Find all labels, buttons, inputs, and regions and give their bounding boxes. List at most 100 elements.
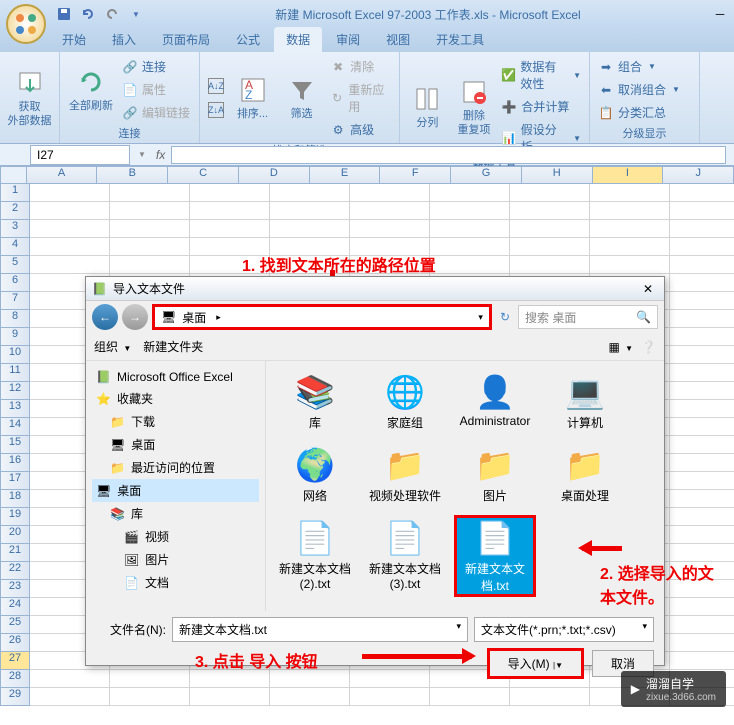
cell-F4[interactable] — [430, 238, 510, 256]
cell-C1[interactable] — [190, 184, 270, 202]
cell-D29[interactable] — [270, 688, 350, 706]
cell-I15[interactable] — [670, 436, 734, 454]
row-header-5[interactable]: 5 — [0, 256, 30, 274]
file-item-6[interactable]: 📁图片 — [454, 442, 536, 507]
cell-E1[interactable] — [350, 184, 430, 202]
cell-I17[interactable] — [670, 472, 734, 490]
sidebar-item-7[interactable]: 🎬视频 — [92, 525, 259, 548]
redo-icon[interactable] — [102, 4, 122, 24]
cell-I14[interactable] — [670, 418, 734, 436]
cell-I11[interactable] — [670, 364, 734, 382]
row-header-29[interactable]: 29 — [0, 688, 30, 706]
sidebar-item-1[interactable]: ⭐收藏夹 — [92, 387, 259, 410]
row-header-14[interactable]: 14 — [0, 418, 30, 436]
row-header-7[interactable]: 7 — [0, 292, 30, 310]
cell-I19[interactable] — [670, 508, 734, 526]
name-box[interactable]: I27 — [30, 145, 130, 165]
sidebar-item-6[interactable]: 📚库 — [92, 502, 259, 525]
cell-D3[interactable] — [270, 220, 350, 238]
cell-I18[interactable] — [670, 490, 734, 508]
row-header-18[interactable]: 18 — [0, 490, 30, 508]
text-to-columns-button[interactable]: 分列 — [406, 83, 449, 130]
subtotal-button[interactable]: 📋分类汇总 — [596, 102, 682, 123]
cell-B2[interactable] — [110, 202, 190, 220]
cell-I22[interactable] — [670, 562, 734, 580]
cell-I24[interactable] — [670, 598, 734, 616]
clear-button[interactable]: ✖清除 — [328, 56, 393, 77]
ribbon-tab-6[interactable]: 视图 — [374, 27, 422, 52]
new-folder-button[interactable]: 新建文件夹 — [143, 338, 203, 355]
row-header-1[interactable]: 1 — [0, 184, 30, 202]
ungroup-button[interactable]: ⬅取消组合▼ — [596, 79, 682, 100]
office-button[interactable] — [6, 4, 46, 44]
sidebar-item-9[interactable]: 📄文档 — [92, 571, 259, 594]
filter-button[interactable]: 筛选 — [279, 74, 324, 121]
cell-H1[interactable] — [590, 184, 670, 202]
minimize-icon[interactable]: ─ — [710, 4, 730, 24]
organize-button[interactable]: 组织 ▼ — [94, 338, 131, 355]
cell-F29[interactable] — [430, 688, 510, 706]
cell-I9[interactable] — [670, 328, 734, 346]
sort-asc-button[interactable]: A↓Z — [206, 76, 226, 96]
cell-F2[interactable] — [430, 202, 510, 220]
cell-E5[interactable] — [350, 256, 430, 274]
col-header-A[interactable]: A — [27, 166, 98, 184]
nav-back-button[interactable]: ← — [92, 304, 118, 330]
refresh-all-button[interactable]: 全部刷新 — [66, 66, 116, 113]
remove-duplicates-button[interactable]: 删除 重复项 — [453, 76, 496, 136]
row-header-17[interactable]: 17 — [0, 472, 30, 490]
cell-G29[interactable] — [510, 688, 590, 706]
cell-D5[interactable] — [270, 256, 350, 274]
cell-B29[interactable] — [110, 688, 190, 706]
cell-B4[interactable] — [110, 238, 190, 256]
file-item-2[interactable]: 👤Administrator — [454, 369, 536, 434]
advanced-button[interactable]: ⚙高级 — [328, 119, 393, 140]
row-header-16[interactable]: 16 — [0, 454, 30, 472]
ribbon-tab-5[interactable]: 审阅 — [324, 27, 372, 52]
cell-I27[interactable] — [670, 652, 734, 670]
connections-button[interactable]: 🔗连接 — [120, 56, 192, 77]
row-header-6[interactable]: 6 — [0, 274, 30, 292]
row-header-15[interactable]: 15 — [0, 436, 30, 454]
cell-E4[interactable] — [350, 238, 430, 256]
select-all-corner[interactable] — [0, 166, 27, 184]
cell-B1[interactable] — [110, 184, 190, 202]
row-header-4[interactable]: 4 — [0, 238, 30, 256]
file-item-1[interactable]: 🌐家庭组 — [364, 369, 446, 434]
cell-A4[interactable] — [30, 238, 110, 256]
cell-I13[interactable] — [670, 400, 734, 418]
row-header-3[interactable]: 3 — [0, 220, 30, 238]
row-header-20[interactable]: 20 — [0, 526, 30, 544]
namebox-dropdown[interactable]: ▼ — [134, 150, 150, 159]
refresh-path-button[interactable]: ↻ — [496, 310, 514, 324]
cell-H3[interactable] — [590, 220, 670, 238]
row-header-8[interactable]: 8 — [0, 310, 30, 328]
col-header-H[interactable]: H — [522, 166, 593, 184]
file-item-5[interactable]: 📁视频处理软件 — [364, 442, 446, 507]
row-header-21[interactable]: 21 — [0, 544, 30, 562]
reapply-button[interactable]: ↻重新应用 — [328, 79, 393, 117]
cell-E3[interactable] — [350, 220, 430, 238]
row-header-23[interactable]: 23 — [0, 580, 30, 598]
cell-D2[interactable] — [270, 202, 350, 220]
file-item-9[interactable]: 📄新建文本文档 (3).txt — [364, 515, 446, 597]
cell-I20[interactable] — [670, 526, 734, 544]
cell-H2[interactable] — [590, 202, 670, 220]
cell-A1[interactable] — [30, 184, 110, 202]
cell-H5[interactable] — [590, 256, 670, 274]
row-header-19[interactable]: 19 — [0, 508, 30, 526]
file-item-3[interactable]: 💻计算机 — [544, 369, 626, 434]
ribbon-tab-0[interactable]: 开始 — [50, 27, 98, 52]
row-header-12[interactable]: 12 — [0, 382, 30, 400]
cell-C3[interactable] — [190, 220, 270, 238]
cell-I26[interactable] — [670, 634, 734, 652]
ribbon-tab-7[interactable]: 开发工具 — [424, 27, 496, 52]
col-header-B[interactable]: B — [97, 166, 168, 184]
cell-D4[interactable] — [270, 238, 350, 256]
file-item-4[interactable]: 🌍网络 — [274, 442, 356, 507]
cell-C2[interactable] — [190, 202, 270, 220]
cell-E29[interactable] — [350, 688, 430, 706]
ribbon-tab-3[interactable]: 公式 — [224, 27, 272, 52]
cell-A5[interactable] — [30, 256, 110, 274]
sidebar-item-2[interactable]: 📁下载 — [92, 410, 259, 433]
